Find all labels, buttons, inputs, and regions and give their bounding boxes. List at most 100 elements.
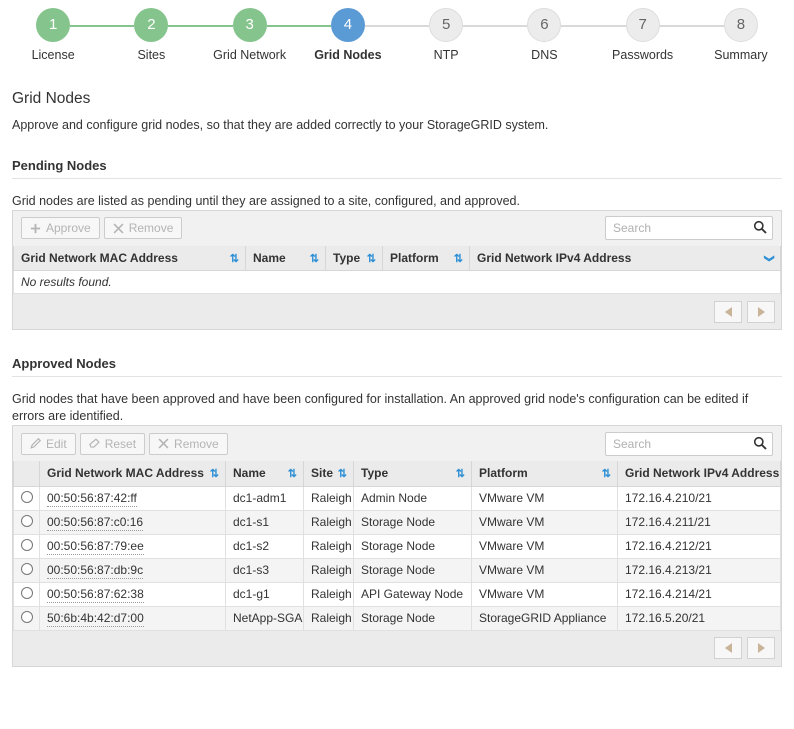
search-icon[interactable] (753, 220, 767, 234)
stepper-connector-right (267, 25, 299, 27)
column-header-type[interactable]: Type⇅ (326, 246, 383, 271)
sort-updown-icon[interactable]: ⇅ (310, 252, 318, 265)
edit-button-label: Edit (46, 437, 67, 451)
cell-ipv4-address: 172.16.4.210/21 (618, 486, 781, 510)
row-select-radio[interactable] (21, 587, 33, 599)
approved-pagination (12, 631, 782, 667)
sort-updown-icon[interactable]: ⇅ (210, 467, 218, 480)
mac-address-value[interactable]: 00:50:56:87:42:ff (47, 491, 137, 507)
stepper-step-summary[interactable]: 8Summary (692, 0, 790, 62)
column-header-platform[interactable]: Platform⇅ (472, 461, 618, 486)
cell-mac-address: 00:50:56:87:c0:16 (40, 510, 226, 534)
pending-nodes-title: Pending Nodes (12, 158, 782, 179)
mac-address-value[interactable]: 50:6b:4b:42:d7:00 (47, 611, 144, 627)
column-header-type[interactable]: Type⇅ (354, 461, 472, 486)
column-header-site[interactable]: Site⇅ (304, 461, 354, 486)
mac-address-value[interactable]: 00:50:56:87:c0:16 (47, 515, 143, 531)
approved-toolbar: Edit Reset Remove (12, 425, 782, 461)
column-header-name[interactable]: Name⇅ (246, 246, 326, 271)
sort-updown-icon[interactable]: ⇅ (602, 467, 610, 480)
approved-remove-button[interactable]: Remove (149, 433, 228, 455)
stepper-step-ntp[interactable]: 5NTP (397, 0, 495, 62)
cell-name: dc1-s3 (226, 558, 304, 582)
column-header-platform[interactable]: Platform⇅ (383, 246, 470, 271)
table-row[interactable]: 00:50:56:87:db:9cdc1-s3RaleighStorage No… (14, 558, 781, 582)
cell-mac-address: 50:6b:4b:42:d7:00 (40, 606, 226, 630)
pending-remove-button[interactable]: Remove (104, 217, 183, 239)
table-row[interactable]: 00:50:56:87:62:38dc1-g1RaleighAPI Gatewa… (14, 582, 781, 606)
row-select-radio[interactable] (21, 563, 33, 575)
row-select-cell[interactable] (14, 606, 40, 630)
plus-icon (30, 223, 41, 234)
stepper-step-license[interactable]: 1License (4, 0, 102, 62)
row-select-radio[interactable] (21, 491, 33, 503)
row-select-cell[interactable] (14, 486, 40, 510)
sort-updown-icon[interactable]: ⇅ (367, 252, 375, 265)
mac-address-value[interactable]: 00:50:56:87:62:38 (47, 587, 144, 603)
sort-updown-icon[interactable]: ⇅ (454, 252, 462, 265)
row-select-radio[interactable] (21, 539, 33, 551)
approved-nodes-table: Grid Network MAC Address⇅Name⇅Site⇅Type⇅… (13, 461, 781, 631)
reset-button[interactable]: Reset (80, 433, 145, 455)
sort-updown-icon[interactable]: ⇅ (288, 467, 296, 480)
sort-updown-icon[interactable]: ⇅ (338, 467, 346, 480)
cell-mac-address: 00:50:56:87:42:ff (40, 486, 226, 510)
row-select-cell[interactable] (14, 582, 40, 606)
sort-updown-icon[interactable]: ⇅ (456, 467, 464, 480)
column-header-grid-network-mac-address[interactable]: Grid Network MAC Address⇅ (40, 461, 226, 486)
edit-button[interactable]: Edit (21, 433, 76, 455)
column-header-grid-network-ipv4-address[interactable]: Grid Network IPv4 Address❯ (618, 461, 781, 486)
approve-button[interactable]: Approve (21, 217, 100, 239)
approved-next-page-button[interactable] (747, 637, 775, 659)
stepper-connector-right (463, 25, 495, 27)
empty-state-row: No results found. (14, 271, 781, 294)
stepper-step-sites[interactable]: 2Sites (102, 0, 200, 62)
chevron-down-icon[interactable]: ❯ (763, 254, 774, 262)
stepper-connector-left (201, 25, 233, 27)
pending-next-page-button[interactable] (747, 301, 775, 323)
mac-address-value[interactable]: 00:50:56:87:db:9c (47, 563, 143, 579)
stepper-step-label: Grid Nodes (299, 48, 397, 62)
sort-updown-icon[interactable]: ⇅ (230, 252, 238, 265)
stepper-step-passwords[interactable]: 7Passwords (594, 0, 692, 62)
cell-type: Storage Node (354, 534, 472, 558)
mac-address-value[interactable]: 00:50:56:87:79:ee (47, 539, 144, 555)
pending-prev-page-button[interactable] (714, 301, 742, 323)
approved-prev-page-button[interactable] (714, 637, 742, 659)
approve-button-label: Approve (46, 221, 91, 235)
pending-nodes-panel: Approve Remove (12, 210, 782, 331)
cell-platform: VMware VM (472, 582, 618, 606)
approved-table-wrapper: Grid Network MAC Address⇅Name⇅Site⇅Type⇅… (12, 461, 782, 631)
stepper-step-dns[interactable]: 6DNS (495, 0, 593, 62)
triangle-right-icon (758, 643, 765, 653)
stepper-step-grid-network[interactable]: 3Grid Network (201, 0, 299, 62)
search-icon[interactable] (753, 436, 767, 450)
table-row[interactable]: 00:50:56:87:79:eedc1-s2RaleighStorage No… (14, 534, 781, 558)
row-select-cell[interactable] (14, 534, 40, 558)
stepper-step-number: 4 (331, 8, 365, 42)
pending-nodes-table: Grid Network MAC Address⇅Name⇅Type⇅Platf… (13, 246, 781, 295)
row-select-cell[interactable] (14, 558, 40, 582)
approved-search-input[interactable] (605, 432, 773, 456)
pending-search-input[interactable] (605, 216, 773, 240)
cell-name: dc1-adm1 (226, 486, 304, 510)
triangle-left-icon (725, 643, 732, 653)
stepper-step-number: 1 (36, 8, 70, 42)
triangle-left-icon (725, 307, 732, 317)
column-header-name[interactable]: Name⇅ (226, 461, 304, 486)
table-row[interactable]: 00:50:56:87:c0:16dc1-s1RaleighStorage No… (14, 510, 781, 534)
stepper-connector-left (594, 25, 626, 27)
cell-name: dc1-s1 (226, 510, 304, 534)
cell-ipv4-address: 172.16.4.214/21 (618, 582, 781, 606)
row-select-cell[interactable] (14, 510, 40, 534)
cell-ipv4-address: 172.16.4.212/21 (618, 534, 781, 558)
column-header-grid-network-mac-address[interactable]: Grid Network MAC Address⇅ (14, 246, 246, 271)
table-row[interactable]: 00:50:56:87:42:ffdc1-adm1RaleighAdmin No… (14, 486, 781, 510)
row-select-radio[interactable] (21, 611, 33, 623)
table-row[interactable]: 50:6b:4b:42:d7:00NetApp-SGARaleighStorag… (14, 606, 781, 630)
column-header-grid-network-ipv4-address[interactable]: Grid Network IPv4 Address❯ (470, 246, 781, 271)
row-select-radio[interactable] (21, 515, 33, 527)
pending-table-wrapper: Grid Network MAC Address⇅Name⇅Type⇅Platf… (12, 246, 782, 295)
page-description: Approve and configure grid nodes, so tha… (12, 118, 782, 132)
stepper-step-grid-nodes[interactable]: 4 Grid Nodes (299, 0, 397, 62)
